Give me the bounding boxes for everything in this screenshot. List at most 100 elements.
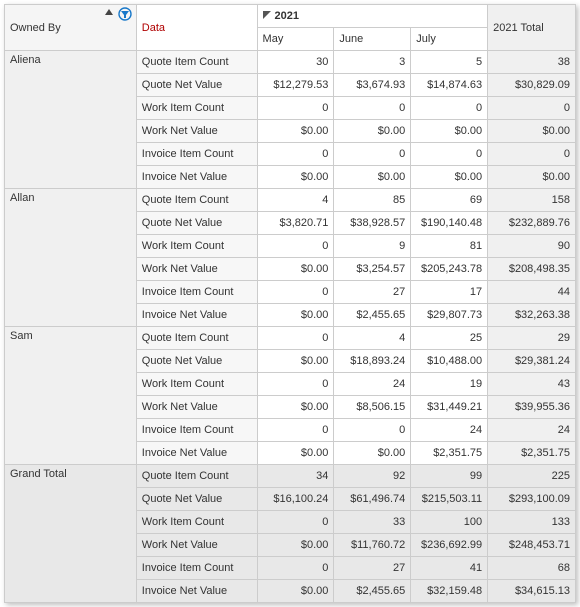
metric-label: Work Net Value	[136, 258, 257, 281]
value-cell: 0	[334, 143, 411, 166]
year-header[interactable]: 2021	[257, 5, 488, 28]
value-cell: $18,893.24	[334, 350, 411, 373]
total-cell: $0.00	[488, 120, 576, 143]
table-row: Grand TotalQuote Item Count349299225	[5, 465, 576, 488]
owner-cell[interactable]: Allan	[5, 189, 137, 327]
value-cell: $205,243.78	[411, 258, 488, 281]
year-label: 2021	[275, 10, 299, 22]
total-cell: 0	[488, 97, 576, 120]
value-cell: 0	[257, 373, 334, 396]
metric-label: Invoice Net Value	[136, 442, 257, 465]
total-cell: $39,955.36	[488, 396, 576, 419]
total-cell: 29	[488, 327, 576, 350]
collapse-icon[interactable]	[263, 10, 271, 22]
value-cell: $0.00	[334, 120, 411, 143]
month-header-july[interactable]: July	[411, 28, 488, 51]
value-cell: 0	[257, 419, 334, 442]
metric-label: Work Net Value	[136, 534, 257, 557]
value-cell: 24	[334, 373, 411, 396]
total-cell: 158	[488, 189, 576, 212]
table-row: SamQuote Item Count042529	[5, 327, 576, 350]
value-cell: 0	[257, 97, 334, 120]
value-cell: $10,488.00	[411, 350, 488, 373]
metric-label: Work Item Count	[136, 511, 257, 534]
value-cell: 0	[411, 143, 488, 166]
value-cell: 9	[334, 235, 411, 258]
metric-label: Work Net Value	[136, 120, 257, 143]
value-cell: $0.00	[257, 304, 334, 327]
metric-label: Work Item Count	[136, 97, 257, 120]
metric-label: Quote Item Count	[136, 465, 257, 488]
metric-label: Quote Net Value	[136, 74, 257, 97]
value-cell: $8,506.15	[334, 396, 411, 419]
metric-label: Quote Item Count	[136, 51, 257, 74]
value-cell: 24	[411, 419, 488, 442]
owner-cell[interactable]: Grand Total	[5, 465, 137, 603]
value-cell: $0.00	[257, 396, 334, 419]
value-cell: 25	[411, 327, 488, 350]
value-cell: 0	[334, 97, 411, 120]
total-cell: $34,615.13	[488, 580, 576, 603]
data-header[interactable]: Data	[136, 5, 257, 51]
value-cell: $16,100.24	[257, 488, 334, 511]
metric-label: Invoice Item Count	[136, 281, 257, 304]
value-cell: $2,455.65	[334, 304, 411, 327]
value-cell: 3	[334, 51, 411, 74]
value-cell: 5	[411, 51, 488, 74]
value-cell: 100	[411, 511, 488, 534]
owner-cell[interactable]: Aliena	[5, 51, 137, 189]
month-header-june[interactable]: June	[334, 28, 411, 51]
value-cell: 0	[334, 419, 411, 442]
year-total-header[interactable]: 2021 Total	[488, 5, 576, 51]
value-cell: $14,874.63	[411, 74, 488, 97]
filter-icon[interactable]	[118, 7, 132, 21]
metric-label: Work Item Count	[136, 235, 257, 258]
value-cell: $0.00	[334, 442, 411, 465]
month-header-may[interactable]: May	[257, 28, 334, 51]
value-cell: $3,674.93	[334, 74, 411, 97]
total-cell: 43	[488, 373, 576, 396]
metric-label: Work Net Value	[136, 396, 257, 419]
value-cell: $236,692.99	[411, 534, 488, 557]
value-cell: 0	[257, 143, 334, 166]
value-cell: 30	[257, 51, 334, 74]
value-cell: 85	[334, 189, 411, 212]
total-cell: $293,100.09	[488, 488, 576, 511]
total-cell: 225	[488, 465, 576, 488]
sort-asc-icon[interactable]	[104, 7, 114, 17]
value-cell: 0	[257, 557, 334, 580]
owner-cell[interactable]: Sam	[5, 327, 137, 465]
value-cell: $0.00	[411, 166, 488, 189]
value-cell: $0.00	[257, 534, 334, 557]
total-cell: $30,829.09	[488, 74, 576, 97]
value-cell: 34	[257, 465, 334, 488]
value-cell: $0.00	[257, 580, 334, 603]
value-cell: $12,279.53	[257, 74, 334, 97]
value-cell: $0.00	[334, 166, 411, 189]
value-cell: $29,807.73	[411, 304, 488, 327]
value-cell: 27	[334, 557, 411, 580]
metric-label: Quote Item Count	[136, 327, 257, 350]
metric-label: Quote Net Value	[136, 212, 257, 235]
table-row: AlienaQuote Item Count303538	[5, 51, 576, 74]
value-cell: 0	[257, 511, 334, 534]
data-header-label: Data	[142, 22, 165, 34]
value-cell: 92	[334, 465, 411, 488]
value-cell: $0.00	[257, 166, 334, 189]
total-cell: $32,263.38	[488, 304, 576, 327]
metric-label: Quote Net Value	[136, 350, 257, 373]
total-cell: $232,889.76	[488, 212, 576, 235]
value-cell: $0.00	[257, 120, 334, 143]
value-cell: $3,820.71	[257, 212, 334, 235]
owned-by-header[interactable]: Owned By	[5, 5, 137, 51]
value-cell: 41	[411, 557, 488, 580]
value-cell: 17	[411, 281, 488, 304]
total-cell: 0	[488, 143, 576, 166]
total-cell: $208,498.35	[488, 258, 576, 281]
value-cell: $0.00	[257, 442, 334, 465]
value-cell: $2,351.75	[411, 442, 488, 465]
value-cell: 0	[257, 281, 334, 304]
total-cell: 44	[488, 281, 576, 304]
owned-by-label: Owned By	[10, 22, 61, 34]
total-cell: $248,453.71	[488, 534, 576, 557]
